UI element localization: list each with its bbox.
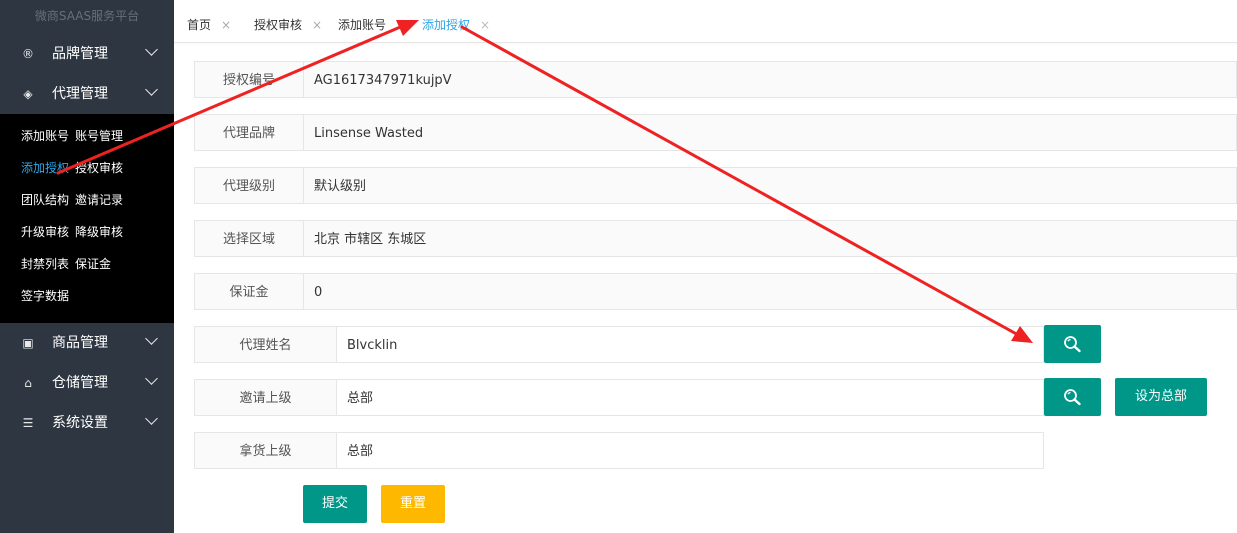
deposit-value: 0 — [304, 273, 1237, 310]
submenu-signature-data[interactable]: 签字数据 — [0, 284, 75, 316]
submenu-add-authorization[interactable]: 添加授权 — [0, 156, 75, 188]
search-icon — [1064, 389, 1081, 406]
sidebar: 微商SAAS服务平台 ® 品牌管理 ◈ 代理管理 添加账号 账号管理 添加授权 … — [0, 0, 174, 533]
submenu-authorization-review[interactable]: 授权审核 — [75, 156, 150, 188]
chevron-down-icon — [145, 372, 158, 385]
submenu-downgrade-review[interactable]: 降级审核 — [75, 220, 150, 252]
close-icon[interactable]: × — [312, 18, 322, 32]
menu-label: 代理管理 — [52, 86, 108, 102]
brand-icon: ® — [22, 47, 34, 61]
region-label: 选择区域 — [194, 220, 304, 257]
tab-label: 授权审核 — [254, 18, 303, 32]
agent-name-input[interactable]: Blvcklin — [337, 326, 1044, 363]
chevron-down-icon — [145, 332, 158, 345]
brand-value: Linsense Wasted — [304, 114, 1237, 151]
warehouse-icon: ⌂ — [24, 376, 32, 390]
region-value: 北京 市辖区 东城区 — [304, 220, 1237, 257]
agent-submenu: 添加账号 账号管理 添加授权 授权审核 团队结构 邀请记录 升级审核 降级审核 … — [0, 114, 174, 323]
supplier-label: 拿货上级 — [194, 432, 337, 469]
set-headquarters-button[interactable]: 设为总部 — [1115, 378, 1207, 416]
tab-add-account[interactable]: 添加账号 — [338, 10, 396, 40]
tab-label: 添加账号 — [338, 18, 387, 32]
deposit-label: 保证金 — [194, 273, 304, 310]
goods-icon: ▣ — [22, 336, 34, 350]
agent-search-button[interactable] — [1044, 325, 1101, 363]
level-value: 默认级别 — [304, 167, 1237, 204]
menu-label: 品牌管理 — [52, 46, 108, 62]
platform-title: 微商SAAS服务平台 — [34, 9, 140, 23]
tab-label: 添加授权 — [422, 18, 471, 32]
tab-label: 首页 — [187, 18, 212, 32]
auth-no-value: AG1617347971kujpV — [304, 61, 1237, 98]
submenu-upgrade-review[interactable]: 升级审核 — [0, 220, 75, 252]
chevron-down-icon — [145, 83, 158, 96]
menu-agent-management[interactable]: ◈ 代理管理 — [0, 74, 174, 114]
inviter-input[interactable]: 总部 — [337, 379, 1044, 416]
search-icon — [1064, 336, 1081, 353]
supplier-input[interactable]: 总部 — [337, 432, 1044, 469]
tab-add-authorization[interactable]: 添加授权 × — [422, 10, 490, 40]
menu-brand-management[interactable]: ® 品牌管理 — [0, 34, 174, 74]
level-label: 代理级别 — [194, 167, 304, 204]
inviter-label: 邀请上级 — [194, 379, 337, 416]
submenu-invite-records[interactable]: 邀请记录 — [75, 188, 150, 220]
tab-authorization-review[interactable]: 授权审核 × — [254, 10, 322, 40]
submenu-account-management[interactable]: 账号管理 — [75, 124, 150, 156]
menu-label: 系统设置 — [52, 415, 108, 431]
submenu-ban-list[interactable]: 封禁列表 — [0, 252, 75, 284]
menu-warehouse-management[interactable]: ⌂ 仓储管理 — [0, 363, 174, 403]
chevron-down-icon — [145, 412, 158, 425]
agent-icon: ◈ — [23, 87, 33, 101]
auth-no-label: 授权编号 — [194, 61, 304, 98]
reset-button[interactable]: 重置 — [381, 485, 445, 523]
chevron-down-icon — [145, 43, 158, 56]
submenu-team-structure[interactable]: 团队结构 — [0, 188, 75, 220]
tab-bar: 首页 × 授权审核 × 添加账号 添加授权 × — [174, 0, 1237, 43]
menu-goods-management[interactable]: ▣ 商品管理 — [0, 323, 174, 363]
submenu-deposit[interactable]: 保证金 — [75, 252, 150, 284]
settings-icon: ☰ — [22, 416, 34, 430]
close-icon[interactable]: × — [221, 18, 231, 32]
submit-button[interactable]: 提交 — [303, 485, 367, 523]
agent-name-label: 代理姓名 — [194, 326, 337, 363]
inviter-search-button[interactable] — [1044, 378, 1101, 416]
tab-home[interactable]: 首页 × — [187, 10, 231, 40]
menu-system-settings[interactable]: ☰ 系统设置 — [0, 403, 174, 443]
brand-label: 代理品牌 — [194, 114, 304, 151]
menu-label: 商品管理 — [52, 335, 108, 351]
menu-label: 仓储管理 — [52, 375, 108, 391]
submenu-add-account[interactable]: 添加账号 — [0, 124, 75, 156]
close-icon[interactable]: × — [480, 18, 490, 32]
